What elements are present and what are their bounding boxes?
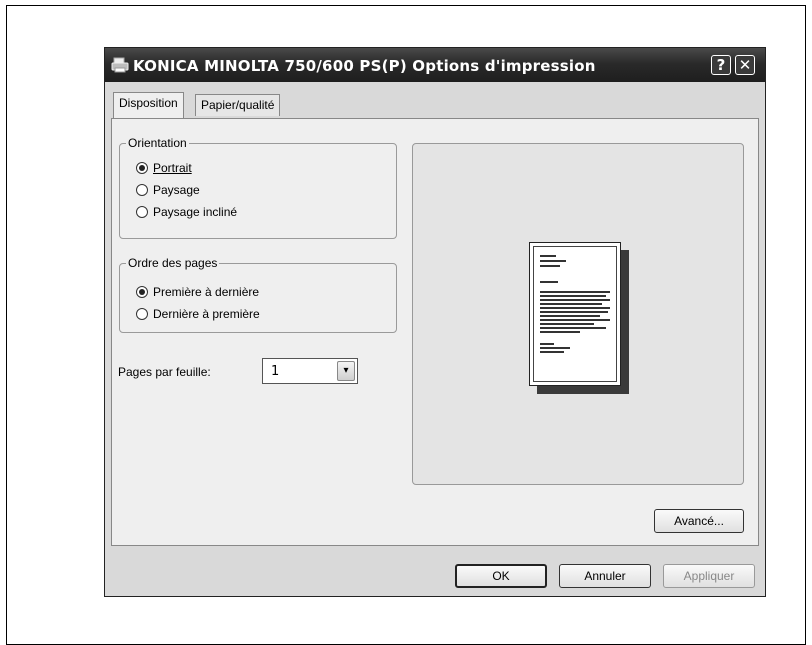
text-line xyxy=(540,343,554,345)
radio-indicator[interactable] xyxy=(136,162,148,174)
text-line xyxy=(540,281,558,283)
text-line xyxy=(540,303,602,305)
tab-paper-quality[interactable]: Papier/qualité xyxy=(195,94,281,116)
text-line xyxy=(540,255,556,257)
orientation-legend: Orientation xyxy=(126,136,189,150)
text-line xyxy=(540,319,610,321)
text-line xyxy=(540,323,594,325)
advanced-button[interactable]: Avancé... xyxy=(654,509,744,533)
disposition-panel: Orientation Portrait Paysage Paysage inc… xyxy=(111,118,759,546)
print-options-dialog: KONICA MINOLTA 750/600 PS(P) Options d'i… xyxy=(104,47,766,597)
tab-disposition[interactable]: Disposition xyxy=(113,92,184,118)
page-inner-border xyxy=(533,246,617,382)
text-line xyxy=(540,311,608,313)
window-title: KONICA MINOLTA 750/600 PS(P) Options d'i… xyxy=(133,57,596,75)
page-order-group: Ordre des pages Première à dernière Dern… xyxy=(119,256,397,333)
page-preview-icon xyxy=(529,242,621,386)
text-line xyxy=(540,260,566,262)
orientation-group: Orientation Portrait Paysage Paysage inc… xyxy=(119,136,397,239)
layout-preview xyxy=(412,143,744,485)
radio-indicator[interactable] xyxy=(136,308,148,320)
pages-per-sheet-label: Pages par feuille: xyxy=(118,365,211,379)
help-button[interactable]: ? xyxy=(711,55,731,75)
cancel-button[interactable]: Annuler xyxy=(559,564,651,588)
text-line xyxy=(540,307,610,309)
text-line xyxy=(540,265,560,267)
text-line xyxy=(540,315,600,317)
text-line xyxy=(540,291,610,293)
radio-label: Dernière à première xyxy=(153,307,260,321)
text-line xyxy=(540,295,606,297)
radio-label: Portrait xyxy=(153,161,192,175)
page-order-legend: Ordre des pages xyxy=(126,256,220,270)
radio-indicator[interactable] xyxy=(136,286,148,298)
radio-label: Première à dernière xyxy=(153,285,260,299)
radio-label: Paysage incliné xyxy=(153,205,238,219)
text-line xyxy=(540,331,580,333)
printer-icon xyxy=(111,57,129,73)
title-bar: KONICA MINOLTA 750/600 PS(P) Options d'i… xyxy=(105,48,765,82)
radio-indicator[interactable] xyxy=(136,206,148,218)
close-button[interactable]: ✕ xyxy=(735,55,755,75)
chevron-down-icon[interactable]: ▾ xyxy=(337,361,355,381)
text-line xyxy=(540,347,570,349)
select-value: 1 xyxy=(271,364,280,379)
text-line xyxy=(540,351,564,353)
radio-indicator[interactable] xyxy=(136,184,148,196)
text-line xyxy=(540,327,606,329)
apply-button[interactable]: Appliquer xyxy=(663,564,755,588)
text-line xyxy=(540,299,610,301)
ok-button[interactable]: OK xyxy=(455,564,547,588)
radio-label: Paysage xyxy=(153,183,200,197)
pages-per-sheet-select[interactable]: 1 ▾ xyxy=(262,358,358,384)
